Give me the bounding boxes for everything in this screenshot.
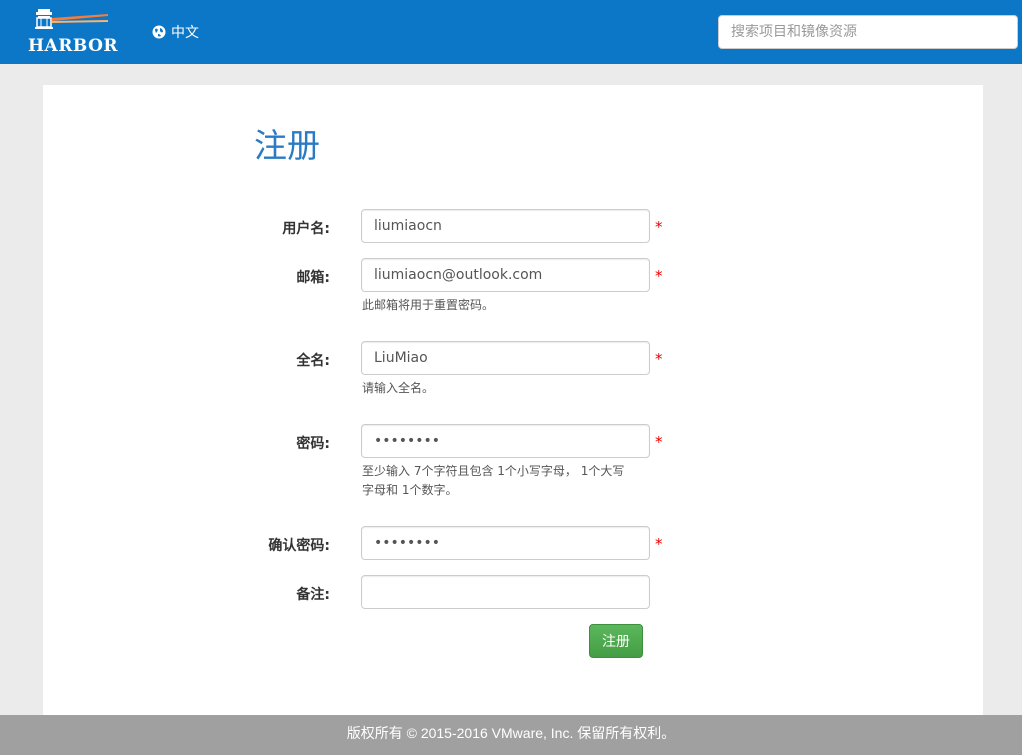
email-hint: 此邮箱将用于重置密码。: [362, 298, 495, 312]
language-switcher[interactable]: 中文: [152, 22, 199, 42]
confirm-password-field[interactable]: [361, 526, 650, 560]
fullname-hint: 请输入全名。: [362, 381, 435, 395]
footer: 版权所有 © 2015-2016 VMware, Inc. 保留所有权利。: [0, 715, 1022, 755]
fullname-label: 全名:: [296, 353, 330, 369]
username-label: 用户名:: [282, 221, 330, 237]
page-title: 注册: [254, 126, 320, 165]
language-label: 中文: [171, 25, 199, 41]
comment-label: 备注:: [296, 587, 330, 603]
required-marker: *: [655, 433, 663, 451]
required-marker: *: [655, 535, 663, 553]
username-field[interactable]: [361, 209, 650, 243]
password-label: 密码:: [296, 436, 330, 452]
email-field[interactable]: [361, 258, 650, 292]
globe-icon: [152, 25, 166, 39]
logo-text: HARBOR: [28, 36, 119, 56]
email-label: 邮箱:: [296, 270, 330, 286]
copyright-text: 版权所有 © 2015-2016 VMware, Inc. 保留所有权利。: [346, 725, 676, 741]
required-marker: *: [655, 267, 663, 285]
register-button[interactable]: 注册: [589, 624, 643, 658]
top-navbar: HARBOR 中文: [0, 0, 1022, 64]
search-input[interactable]: [718, 15, 1018, 49]
required-marker: *: [655, 218, 663, 236]
harbor-logo[interactable]: HARBOR: [28, 6, 124, 58]
password-field[interactable]: [361, 424, 650, 458]
fullname-field[interactable]: [361, 341, 650, 375]
required-marker: *: [655, 350, 663, 368]
confirm-password-label: 确认密码:: [268, 538, 330, 554]
password-hint-line2: 字母和 1个数字。: [362, 483, 458, 497]
registration-card: 注册 用户名: * 邮箱: * 此邮箱将用于重置密码。 全名: * 请输入全名。…: [43, 85, 983, 715]
password-hint-line1: 至少输入 7个字符且包含 1个小写字母， 1个大写: [362, 464, 625, 478]
comment-field[interactable]: [361, 575, 650, 609]
